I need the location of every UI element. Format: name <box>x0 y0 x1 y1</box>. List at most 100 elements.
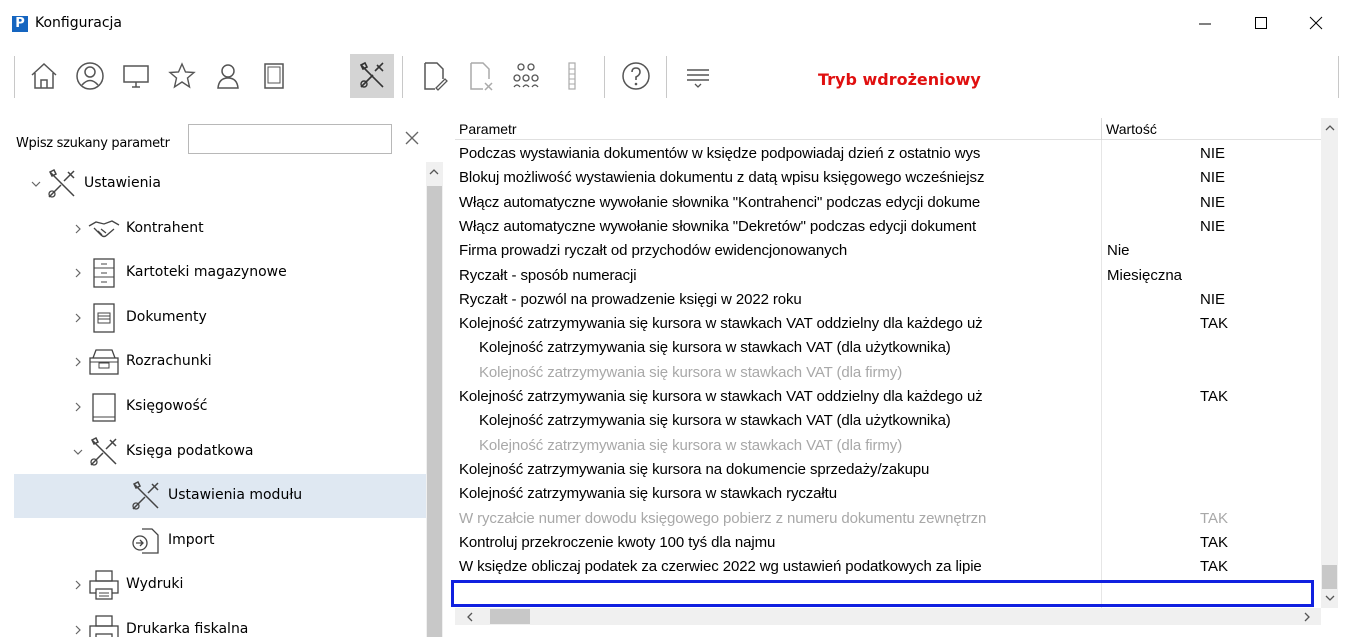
value-cell[interactable]: NIE <box>1102 166 1321 190</box>
configuration-button[interactable] <box>350 54 394 98</box>
document-delete-icon <box>470 62 493 91</box>
document-delete-button[interactable] <box>458 54 502 98</box>
user-circle-button[interactable] <box>68 54 112 98</box>
tree-item-rozrachunki[interactable]: Rozrachunki <box>14 340 426 384</box>
value-cell[interactable]: TAK <box>1102 385 1321 409</box>
favorites-button[interactable] <box>160 54 204 98</box>
menu-button[interactable] <box>676 54 720 98</box>
maximize-button[interactable] <box>1241 10 1281 36</box>
search-clear-button[interactable] <box>402 128 422 148</box>
value-cell[interactable]: TAK <box>1102 507 1321 531</box>
grid-row[interactable]: Kolejność zatrzymywania się kursora w st… <box>455 409 1321 433</box>
parameter-cell: Podczas wystawiania dokumentów w księdze… <box>459 145 981 162</box>
tree-item-drukarka-fiskalna[interactable]: Drukarka fiskalna <box>14 608 426 637</box>
tree-scrollbar-thumb[interactable] <box>427 186 442 637</box>
parameter-cell: Ryczałt - pozwól na prowadzenie księgi w… <box>459 290 802 308</box>
tree-item-label: Rozrachunki <box>126 353 212 369</box>
monitor-button[interactable] <box>114 54 158 98</box>
tree-item-dokumenty[interactable]: Dokumenty <box>14 296 426 340</box>
value-cell[interactable]: TAK <box>1102 555 1321 579</box>
grid-row[interactable]: W ryczałcie numer dowodu księgowego pobi… <box>455 507 1321 531</box>
chevron-right-icon[interactable] <box>72 401 84 413</box>
grid-row[interactable]: Ryczałt - pozwól na prowadzenie księgi w… <box>455 288 1321 312</box>
chevron-right-icon[interactable] <box>72 223 84 235</box>
search-input[interactable] <box>188 124 392 154</box>
document-edit-button[interactable] <box>412 54 456 98</box>
value-cell[interactable]: Miesięczna <box>1102 264 1321 288</box>
minimize-button[interactable] <box>1185 10 1225 36</box>
chevron-down-icon[interactable] <box>30 178 42 190</box>
tree-item-ustawienia-modułu[interactable]: Ustawienia modułu <box>14 474 426 518</box>
group-button[interactable] <box>504 54 548 98</box>
grid-row[interactable]: Kolejność zatrzymywania się kursora w st… <box>455 336 1321 360</box>
grid-row[interactable]: Kolejność zatrzymywania się kursora w st… <box>455 361 1321 385</box>
parameter-cell: Kolejność zatrzymywania się kursora na d… <box>459 460 930 478</box>
tree-item-księgowość[interactable]: Księgowość <box>14 385 426 429</box>
toolbar: Tryb wdrożeniowy <box>0 50 1346 112</box>
toolbar-separator <box>666 56 667 98</box>
grid-horizontal-scrollbar[interactable] <box>455 608 1321 625</box>
grid-vertical-scrollbar[interactable] <box>1321 118 1338 608</box>
tree-item-import[interactable]: Import <box>14 519 426 563</box>
grid-row[interactable]: Ryczałt - sposób numeracji Miesięczna <box>455 264 1321 288</box>
tree-item-kartoteki-magazynowe[interactable]: Kartoteki magazynowe <box>14 251 426 295</box>
scroll-up-arrow-icon[interactable] <box>1325 124 1335 132</box>
grid-horizontal-scrollbar-thumb[interactable] <box>490 609 530 624</box>
value-cell[interactable] <box>1102 336 1321 360</box>
value-cell[interactable]: NIE <box>1102 288 1321 312</box>
grid-row[interactable]: Kolejność zatrzymywania się kursora na d… <box>455 458 1321 482</box>
close-button[interactable] <box>1296 10 1336 36</box>
grid-row[interactable]: Blokuj możliwość wystawienia dokumentu z… <box>455 166 1321 190</box>
register-icon <box>89 349 119 375</box>
parameter-cell: W ryczałcie numer dowodu księgowego pobi… <box>459 509 987 527</box>
scroll-down-arrow-icon[interactable] <box>1325 594 1335 602</box>
list-button[interactable] <box>550 54 594 98</box>
grid-row[interactable]: Włącz automatyczne wywołanie słownika "K… <box>455 191 1321 215</box>
chevron-right-icon[interactable] <box>72 312 84 324</box>
toolbar-separator <box>604 56 605 98</box>
parameter-cell: Kolejność zatrzymywania się kursora w st… <box>479 339 951 357</box>
value-cell[interactable] <box>1102 434 1321 458</box>
tree-item-wydruki[interactable]: Wydruki <box>14 563 426 607</box>
person-button[interactable] <box>206 54 250 98</box>
value-cell[interactable]: NIE <box>1102 215 1321 239</box>
value-cell[interactable] <box>1102 458 1321 482</box>
scroll-up-arrow-icon[interactable] <box>429 168 439 176</box>
column-header-parameter[interactable]: Parametr <box>455 118 1101 140</box>
grid-row[interactable]: Kolejność zatrzymywania się kursora w st… <box>455 312 1321 336</box>
tree-item-księga-podatkowa[interactable]: Księga podatkowa <box>14 430 426 474</box>
home-button[interactable] <box>22 54 66 98</box>
chevron-right-icon[interactable] <box>72 579 84 591</box>
chevron-right-icon[interactable] <box>72 624 84 636</box>
chevron-right-icon[interactable] <box>72 356 84 368</box>
chevron-right-icon[interactable] <box>72 267 84 279</box>
grid-row[interactable]: Kolejność zatrzymywania się kursora w st… <box>455 434 1321 458</box>
grid-vertical-scrollbar-thumb[interactable] <box>1322 565 1337 589</box>
chevron-down-icon[interactable] <box>72 446 84 458</box>
tree-item-kontrahent[interactable]: Kontrahent <box>14 207 426 251</box>
grid-row-highlighted[interactable]: W księdze obliczaj podatek za czerwiec 2… <box>455 555 1321 579</box>
value-cell[interactable]: NIE <box>1102 191 1321 215</box>
printer-icon <box>89 615 119 637</box>
grid-row[interactable]: Włącz automatyczne wywołanie słownika "D… <box>455 215 1321 239</box>
column-header-value[interactable]: Wartość <box>1102 118 1321 140</box>
value-cell[interactable]: NIE <box>1102 142 1321 166</box>
grid-row[interactable]: Kontroluj przekroczenie kwoty 100 tyś dl… <box>455 531 1321 555</box>
tree-item-label: Wydruki <box>126 576 184 592</box>
scroll-right-arrow-icon[interactable] <box>1303 612 1311 622</box>
tablet-button[interactable] <box>252 54 296 98</box>
grid-row[interactable]: Kolejność zatrzymywania się kursora w st… <box>455 482 1321 506</box>
value-cell[interactable] <box>1102 361 1321 385</box>
value-cell[interactable]: TAK <box>1102 312 1321 336</box>
help-button[interactable] <box>614 54 658 98</box>
value-cell[interactable] <box>1102 409 1321 433</box>
grid-row[interactable]: Kolejność zatrzymywania się kursora w st… <box>455 385 1321 409</box>
grid-row[interactable]: Podczas wystawiania dokumentów w księdze… <box>455 142 1321 166</box>
value-cell[interactable]: TAK <box>1102 531 1321 555</box>
scroll-left-arrow-icon[interactable] <box>466 612 474 622</box>
value-cell[interactable] <box>1102 482 1321 506</box>
tree-item-ustawienia[interactable]: Ustawienia <box>14 162 426 206</box>
document-edit-icon <box>424 62 448 91</box>
grid-row[interactable]: Firma prowadzi ryczałt od przychodów ewi… <box>455 239 1321 263</box>
value-cell[interactable]: Nie <box>1102 239 1321 263</box>
